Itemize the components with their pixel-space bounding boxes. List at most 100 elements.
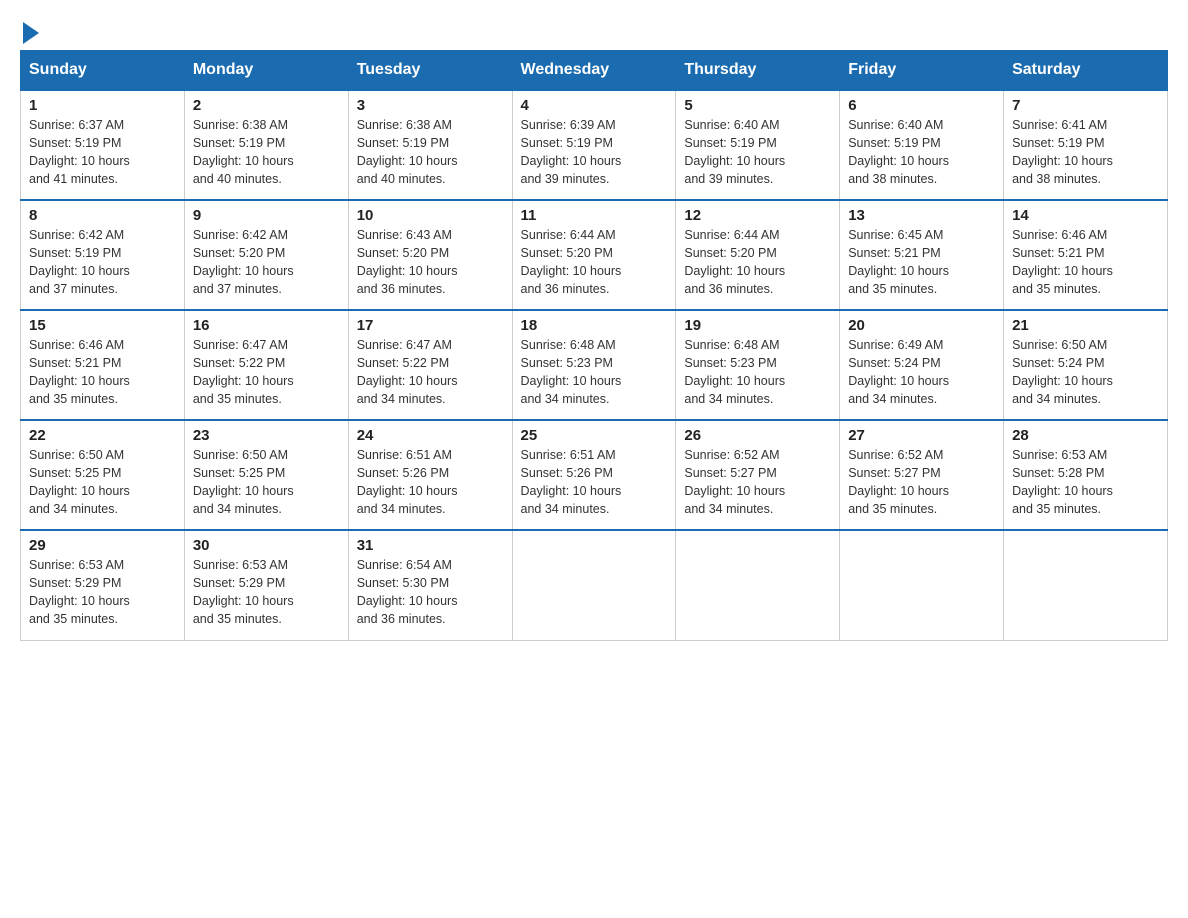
calendar-cell (840, 530, 1004, 640)
day-number: 26 (684, 427, 831, 444)
week-row-5: 29 Sunrise: 6:53 AMSunset: 5:29 PMDayligh… (21, 530, 1168, 640)
day-info: Sunrise: 6:44 AMSunset: 5:20 PMDaylight:… (684, 226, 831, 299)
day-number: 11 (521, 207, 668, 224)
day-number: 31 (357, 537, 504, 554)
day-number: 20 (848, 317, 995, 334)
day-info: Sunrise: 6:41 AMSunset: 5:19 PMDaylight:… (1012, 116, 1159, 189)
calendar-cell: 31 Sunrise: 6:54 AMSunset: 5:30 PMDayligh… (348, 530, 512, 640)
day-info: Sunrise: 6:40 AMSunset: 5:19 PMDaylight:… (848, 116, 995, 189)
day-info: Sunrise: 6:37 AMSunset: 5:19 PMDaylight:… (29, 116, 176, 189)
day-info: Sunrise: 6:48 AMSunset: 5:23 PMDaylight:… (684, 336, 831, 409)
day-number: 25 (521, 427, 668, 444)
day-number: 16 (193, 317, 340, 334)
day-info: Sunrise: 6:51 AMSunset: 5:26 PMDaylight:… (357, 446, 504, 519)
day-info: Sunrise: 6:40 AMSunset: 5:19 PMDaylight:… (684, 116, 831, 189)
logo (20, 20, 39, 40)
calendar-cell: 1 Sunrise: 6:37 AMSunset: 5:19 PMDaylight… (21, 90, 185, 200)
calendar-cell: 12Sunrise: 6:44 AMSunset: 5:20 PMDayligh… (676, 200, 840, 310)
day-info: Sunrise: 6:38 AMSunset: 5:19 PMDaylight:… (193, 116, 340, 189)
weekday-header-wednesday: Wednesday (512, 51, 676, 91)
day-number: 15 (29, 317, 176, 334)
day-number: 8 (29, 207, 176, 224)
day-number: 5 (684, 97, 831, 114)
page-header (20, 20, 1168, 40)
calendar-cell (512, 530, 676, 640)
day-number: 7 (1012, 97, 1159, 114)
day-info: Sunrise: 6:44 AMSunset: 5:20 PMDaylight:… (521, 226, 668, 299)
weekday-header-tuesday: Tuesday (348, 51, 512, 91)
calendar-cell: 19 Sunrise: 6:48 AMSunset: 5:23 PMDayligh… (676, 310, 840, 420)
day-info: Sunrise: 6:53 AMSunset: 5:29 PMDaylight:… (193, 556, 340, 629)
day-number: 10 (357, 207, 504, 224)
day-info: Sunrise: 6:46 AMSunset: 5:21 PMDaylight:… (1012, 226, 1159, 299)
calendar-cell: 17 Sunrise: 6:47 AMSunset: 5:22 PMDayligh… (348, 310, 512, 420)
day-number: 6 (848, 97, 995, 114)
weekday-header-sunday: Sunday (21, 51, 185, 91)
day-number: 9 (193, 207, 340, 224)
day-info: Sunrise: 6:49 AMSunset: 5:24 PMDaylight:… (848, 336, 995, 409)
weekday-header-row: SundayMondayTuesdayWednesdayThursdayFrid… (21, 51, 1168, 91)
day-info: Sunrise: 6:54 AMSunset: 5:30 PMDaylight:… (357, 556, 504, 629)
calendar-cell: 18Sunrise: 6:48 AMSunset: 5:23 PMDayligh… (512, 310, 676, 420)
day-info: Sunrise: 6:50 AMSunset: 5:24 PMDaylight:… (1012, 336, 1159, 409)
day-number: 2 (193, 97, 340, 114)
weekday-header-friday: Friday (840, 51, 1004, 91)
day-number: 17 (357, 317, 504, 334)
day-number: 4 (521, 97, 668, 114)
calendar-cell: 21 Sunrise: 6:50 AMSunset: 5:24 PMDayligh… (1004, 310, 1168, 420)
day-number: 27 (848, 427, 995, 444)
day-info: Sunrise: 6:53 AMSunset: 5:29 PMDaylight:… (29, 556, 176, 629)
day-info: Sunrise: 6:53 AMSunset: 5:28 PMDaylight:… (1012, 446, 1159, 519)
week-row-1: 1 Sunrise: 6:37 AMSunset: 5:19 PMDaylight… (21, 90, 1168, 200)
calendar-cell: 5 Sunrise: 6:40 AMSunset: 5:19 PMDaylight… (676, 90, 840, 200)
calendar-cell: 24 Sunrise: 6:51 AMSunset: 5:26 PMDayligh… (348, 420, 512, 530)
calendar-cell: 29 Sunrise: 6:53 AMSunset: 5:29 PMDayligh… (21, 530, 185, 640)
day-info: Sunrise: 6:46 AMSunset: 5:21 PMDaylight:… (29, 336, 176, 409)
day-info: Sunrise: 6:45 AMSunset: 5:21 PMDaylight:… (848, 226, 995, 299)
day-info: Sunrise: 6:38 AMSunset: 5:19 PMDaylight:… (357, 116, 504, 189)
calendar-cell: 14 Sunrise: 6:46 AMSunset: 5:21 PMDayligh… (1004, 200, 1168, 310)
day-info: Sunrise: 6:51 AMSunset: 5:26 PMDaylight:… (521, 446, 668, 519)
day-number: 3 (357, 97, 504, 114)
calendar-cell (676, 530, 840, 640)
day-info: Sunrise: 6:48 AMSunset: 5:23 PMDaylight:… (521, 336, 668, 409)
day-number: 30 (193, 537, 340, 554)
calendar-cell: 13 Sunrise: 6:45 AMSunset: 5:21 PMDayligh… (840, 200, 1004, 310)
calendar-cell: 28 Sunrise: 6:53 AMSunset: 5:28 PMDayligh… (1004, 420, 1168, 530)
day-number: 23 (193, 427, 340, 444)
weekday-header-saturday: Saturday (1004, 51, 1168, 91)
calendar-cell: 16Sunrise: 6:47 AMSunset: 5:22 PMDayligh… (184, 310, 348, 420)
day-number: 14 (1012, 207, 1159, 224)
calendar-cell: 20 Sunrise: 6:49 AMSunset: 5:24 PMDayligh… (840, 310, 1004, 420)
calendar-cell: 22 Sunrise: 6:50 AMSunset: 5:25 PMDayligh… (21, 420, 185, 530)
calendar-cell: 10 Sunrise: 6:43 AMSunset: 5:20 PMDayligh… (348, 200, 512, 310)
calendar-table: SundayMondayTuesdayWednesdayThursdayFrid… (20, 50, 1168, 641)
day-number: 13 (848, 207, 995, 224)
calendar-cell: 26 Sunrise: 6:52 AMSunset: 5:27 PMDayligh… (676, 420, 840, 530)
calendar-cell: 9Sunrise: 6:42 AMSunset: 5:20 PMDaylight… (184, 200, 348, 310)
week-row-3: 15 Sunrise: 6:46 AMSunset: 5:21 PMDayligh… (21, 310, 1168, 420)
day-info: Sunrise: 6:50 AMSunset: 5:25 PMDaylight:… (193, 446, 340, 519)
day-info: Sunrise: 6:43 AMSunset: 5:20 PMDaylight:… (357, 226, 504, 299)
logo-arrow-icon (23, 22, 39, 44)
day-info: Sunrise: 6:52 AMSunset: 5:27 PMDaylight:… (684, 446, 831, 519)
day-info: Sunrise: 6:52 AMSunset: 5:27 PMDaylight:… (848, 446, 995, 519)
day-info: Sunrise: 6:42 AMSunset: 5:19 PMDaylight:… (29, 226, 176, 299)
day-info: Sunrise: 6:50 AMSunset: 5:25 PMDaylight:… (29, 446, 176, 519)
day-number: 19 (684, 317, 831, 334)
calendar-cell: 6 Sunrise: 6:40 AMSunset: 5:19 PMDaylight… (840, 90, 1004, 200)
calendar-cell: 8 Sunrise: 6:42 AMSunset: 5:19 PMDaylight… (21, 200, 185, 310)
day-info: Sunrise: 6:39 AMSunset: 5:19 PMDaylight:… (521, 116, 668, 189)
calendar-cell: 11 Sunrise: 6:44 AMSunset: 5:20 PMDayligh… (512, 200, 676, 310)
day-number: 29 (29, 537, 176, 554)
calendar-cell: 23 Sunrise: 6:50 AMSunset: 5:25 PMDayligh… (184, 420, 348, 530)
calendar-cell: 15 Sunrise: 6:46 AMSunset: 5:21 PMDayligh… (21, 310, 185, 420)
day-info: Sunrise: 6:47 AMSunset: 5:22 PMDaylight:… (357, 336, 504, 409)
calendar-cell: 27 Sunrise: 6:52 AMSunset: 5:27 PMDayligh… (840, 420, 1004, 530)
day-number: 21 (1012, 317, 1159, 334)
day-number: 1 (29, 97, 176, 114)
day-number: 22 (29, 427, 176, 444)
day-number: 24 (357, 427, 504, 444)
weekday-header-thursday: Thursday (676, 51, 840, 91)
day-number: 28 (1012, 427, 1159, 444)
